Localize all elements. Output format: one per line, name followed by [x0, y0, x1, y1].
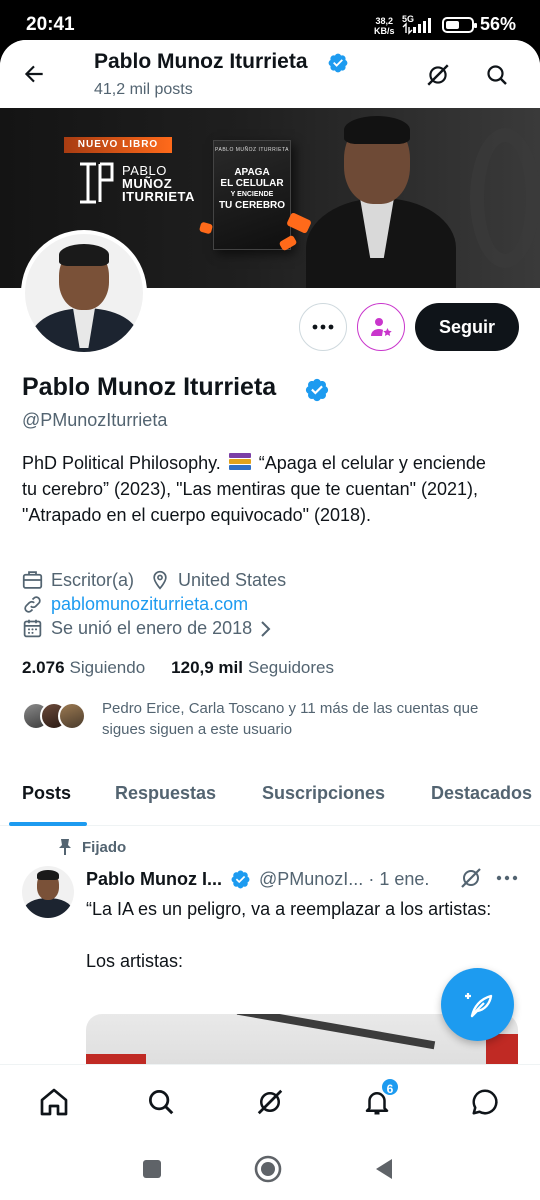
- header-title: Pablo Munoz Iturrieta: [94, 50, 308, 73]
- grok-button[interactable]: [421, 58, 455, 92]
- joined-date: Se unió el enero de 2018: [51, 618, 253, 638]
- more-dots-icon: [312, 324, 334, 330]
- phone-graphic: [198, 221, 214, 235]
- banner-photo: [306, 108, 466, 288]
- back-button[interactable]: [18, 58, 50, 90]
- following-stat[interactable]: 2.076 Siguiendo: [22, 658, 145, 678]
- signal-icon: 5G: [401, 14, 437, 35]
- banner-decoration: [470, 128, 540, 268]
- avatar: [58, 702, 86, 730]
- home-icon: [40, 1088, 68, 1116]
- battery-icon: [442, 17, 477, 33]
- followed-by-text: Pedro Erice, Carla Toscano y 11 más de l…: [102, 700, 479, 738]
- profile-tabs: Posts Respuestas Suscripciones Destacado…: [0, 766, 540, 826]
- profile-meta-row: Escritor(a) United States: [22, 569, 302, 591]
- follow-stats: 2.076 Siguiendo 120,9 mil Seguidores: [22, 658, 360, 678]
- post-count: 41,2 mil posts: [94, 81, 193, 98]
- post-more-icon[interactable]: [496, 866, 518, 890]
- back-arrow-icon: [24, 65, 43, 83]
- followers-stat[interactable]: 120,9 mil Seguidores: [171, 658, 334, 678]
- followers-you-know[interactable]: Pedro Erice, Carla Toscano y 11 más de l…: [22, 696, 522, 740]
- banner-tag: NUEVO LIBRO: [64, 137, 172, 153]
- nav-search[interactable]: [141, 1082, 181, 1122]
- website-link[interactable]: pablomunoziturrieta.com: [51, 594, 248, 615]
- author-logo-icon: [80, 162, 114, 204]
- joined-row[interactable]: Se unió el enero de 2018: [22, 618, 282, 639]
- back-nav-button[interactable]: [369, 1154, 399, 1184]
- system-navigation: [0, 1138, 540, 1200]
- network-speed: 38,2 KB/s: [374, 16, 395, 36]
- grok-icon: [427, 64, 449, 86]
- location-pin-icon: [153, 570, 167, 590]
- subscribe-button[interactable]: [357, 303, 405, 351]
- recents-button[interactable]: [137, 1154, 167, 1184]
- books-emoji-icon: [228, 453, 251, 471]
- nav-messages[interactable]: [465, 1082, 505, 1122]
- chevron-right-icon: [261, 620, 271, 637]
- tab-highlights[interactable]: Destacados: [431, 783, 532, 804]
- profile-avatar[interactable]: [21, 230, 147, 356]
- pin-icon: [59, 839, 71, 855]
- search-icon: [149, 1090, 174, 1115]
- verified-badge-icon: [231, 870, 250, 888]
- tab-replies[interactable]: Respuestas: [115, 783, 216, 804]
- link-icon: [24, 596, 41, 613]
- subscribe-user-star-icon: [371, 318, 392, 336]
- battery-percent: 56%: [480, 14, 517, 34]
- top-bar: Pablo Munoz Iturrieta 41,2 mil posts: [0, 40, 540, 108]
- pinned-label: Fijado: [58, 838, 126, 856]
- bottom-navigation: 6: [0, 1064, 540, 1138]
- compose-feather-icon: [464, 992, 492, 1017]
- book-cover: PABLO MUÑOZ ITURRIETA APAGA EL CELULAR Y…: [213, 140, 291, 250]
- profile-name: Pablo Munoz Iturrieta: [22, 373, 277, 401]
- occupation: Escritor(a): [22, 570, 134, 591]
- compose-post-button[interactable]: [441, 968, 514, 1041]
- profile-screen: Pablo Munoz Iturrieta 41,2 mil posts NUE…: [0, 40, 540, 1200]
- post-handle: @PMunozI...: [259, 868, 364, 889]
- notifications-badge: 6: [380, 1077, 400, 1097]
- calendar-icon: [23, 619, 42, 638]
- banner-author: PABLO MUÑOZ ITURRIETA: [122, 163, 195, 204]
- grok-icon[interactable]: [459, 866, 483, 890]
- post-avatar[interactable]: [22, 866, 74, 918]
- messages-icon: [472, 1089, 498, 1115]
- location: United States: [150, 569, 286, 591]
- briefcase-icon: [22, 571, 43, 589]
- profile-bio: PhD Political Philosophy. “Apaga el celu…: [22, 453, 486, 525]
- nav-grok[interactable]: [250, 1082, 290, 1122]
- profile-handle: @PMunozIturrieta: [22, 410, 168, 430]
- home-button[interactable]: [253, 1154, 283, 1184]
- website-row[interactable]: pablomunoziturrieta.com: [22, 594, 248, 615]
- verified-badge-icon: [328, 53, 348, 73]
- active-tab-indicator: [9, 822, 87, 826]
- post-author[interactable]: Pablo Munoz I...: [86, 869, 222, 890]
- circle-home-icon: [254, 1155, 282, 1183]
- status-time: 20:41: [26, 14, 75, 35]
- nav-home[interactable]: [34, 1082, 74, 1122]
- more-options-button[interactable]: [299, 303, 347, 351]
- post-date: 1 ene.: [379, 868, 430, 889]
- follow-button[interactable]: Seguir: [415, 303, 519, 351]
- square-icon: [143, 1160, 161, 1178]
- search-icon: [487, 65, 507, 85]
- grok-icon: [257, 1089, 283, 1115]
- post-text: “La IA es un peligro, va a reemplazar a …: [86, 899, 492, 971]
- mutual-avatars: [22, 702, 88, 730]
- verified-badge-icon[interactable]: [304, 377, 330, 403]
- tab-subscriptions[interactable]: Suscripciones: [262, 783, 385, 804]
- search-button[interactable]: [480, 58, 514, 92]
- triangle-back-icon: [376, 1159, 392, 1179]
- tab-posts[interactable]: Posts: [22, 783, 71, 804]
